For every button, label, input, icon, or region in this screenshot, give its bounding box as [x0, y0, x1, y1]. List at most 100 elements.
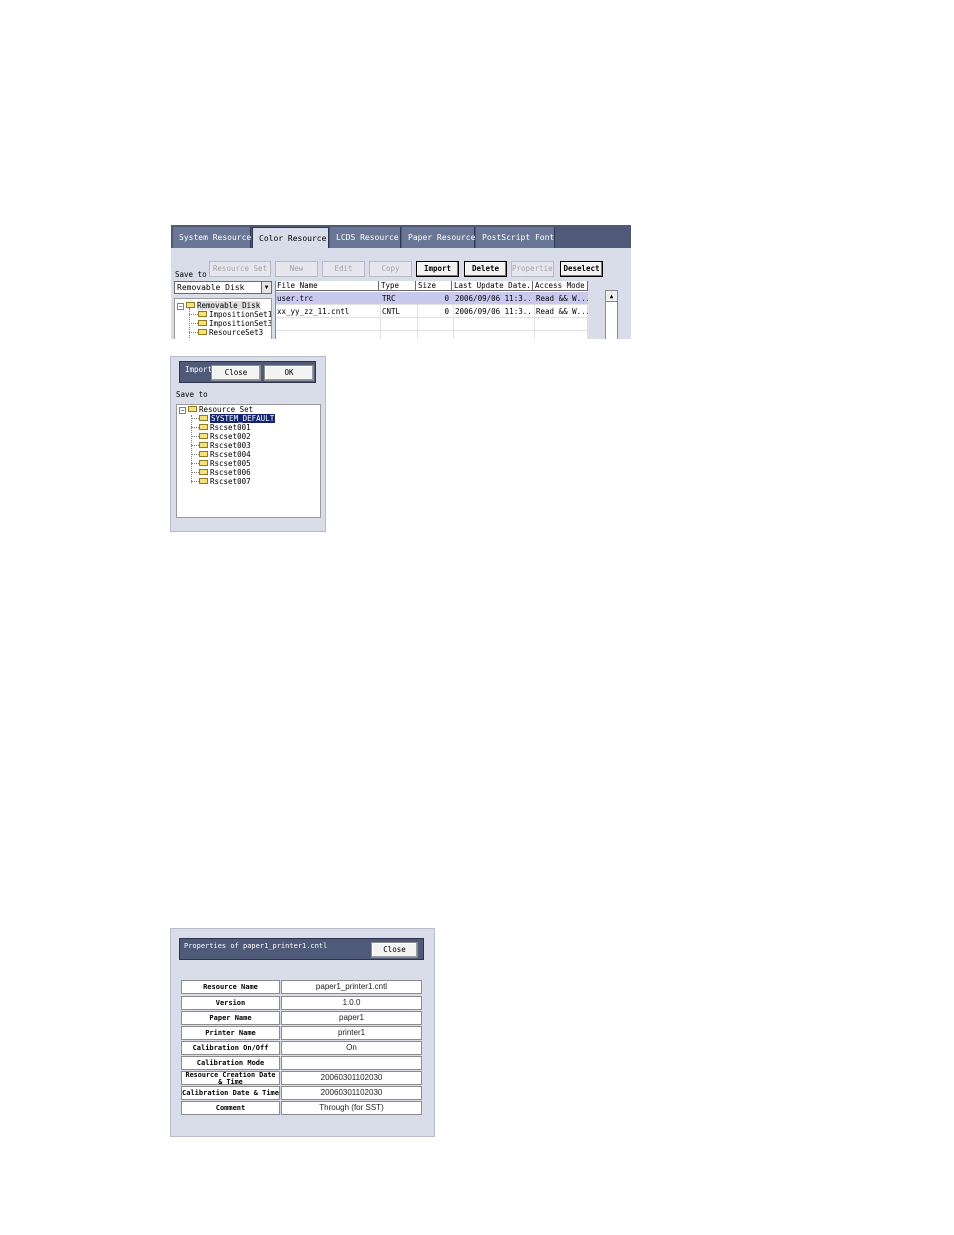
- column-type[interactable]: Type: [380, 281, 416, 291]
- folder-icon: [199, 478, 208, 484]
- tree-node-rscset006[interactable]: Rscset006: [199, 468, 251, 477]
- tree-node-rscset002[interactable]: Rscset002: [199, 432, 251, 441]
- table-row: [276, 331, 588, 339]
- property-value: 20060301102030: [281, 1086, 422, 1100]
- property-key: Calibration Date & Time: [181, 1086, 280, 1100]
- import-dialog: Import Close OK Save to − Resource Set SY…: [170, 356, 326, 532]
- column-access-mode[interactable]: Access Mode: [534, 281, 588, 291]
- save-to-value: Removable Disk: [177, 283, 245, 292]
- column-last-update[interactable]: Last Update Date...: [453, 281, 533, 291]
- property-key: Paper Name: [181, 1011, 280, 1025]
- folder-icon: [199, 433, 208, 439]
- tree-node-resource-set[interactable]: − Resource Set: [179, 405, 253, 414]
- property-key: Resource Creation Date & Time: [181, 1071, 280, 1085]
- properties-dialog-title: Properties of paper1_printer1.cntl: [184, 942, 328, 950]
- property-value: printer1: [281, 1026, 422, 1040]
- scroll-up-icon[interactable]: ▲: [606, 291, 617, 302]
- size-cell: 0: [444, 294, 449, 303]
- property-row: Version 1.0.0: [181, 996, 422, 1010]
- tab-postscript-font[interactable]: PostScript Font: [476, 227, 555, 248]
- new-button[interactable]: New: [275, 261, 318, 277]
- close-button[interactable]: Close: [371, 942, 418, 958]
- resource-window: System Resource Color Resource LCDS Reso…: [171, 225, 631, 339]
- property-value: 20060301102030: [281, 1071, 422, 1085]
- chevron-down-icon[interactable]: ▼: [261, 282, 271, 293]
- property-key: Version: [181, 996, 280, 1010]
- tree-node-resourceset3[interactable]: ResourceSet3: [198, 328, 263, 337]
- property-key: Printer Name: [181, 1026, 280, 1040]
- import-dialog-title: Import: [185, 365, 213, 374]
- file-name-cell: user.trc: [277, 294, 314, 303]
- folder-icon: [198, 329, 207, 335]
- collapse-icon[interactable]: −: [177, 302, 184, 310]
- table-row[interactable]: user.trc TRC 0 2006/09/06 11:3... Read &…: [276, 292, 588, 305]
- tree-node-impositionset1[interactable]: ImpositionSet1: [198, 310, 271, 319]
- copy-button[interactable]: Copy: [369, 261, 412, 277]
- property-value: [281, 1056, 422, 1070]
- property-row: Printer Name printer1: [181, 1026, 422, 1040]
- resource-set-tree: − Resource Set SYSTEM_DEFAULT Rscset001 R…: [176, 404, 321, 518]
- table-row[interactable]: xx_yy_zz_11.cntl CNTL 0 2006/09/06 11:3.…: [276, 305, 588, 318]
- property-value: On: [281, 1041, 422, 1055]
- delete-button[interactable]: Delete: [464, 261, 507, 277]
- tree-node-rscset001[interactable]: Rscset001: [199, 423, 251, 432]
- tab-color-resource[interactable]: Color Resource: [252, 227, 329, 248]
- column-size[interactable]: Size: [417, 281, 452, 291]
- tree-node-system-default[interactable]: SYSTEM_DEFAULT: [199, 414, 276, 423]
- deselect-button[interactable]: Deselect: [560, 261, 603, 277]
- file-name-cell: xx_yy_zz_11.cntl: [277, 307, 350, 316]
- ok-button[interactable]: OK: [264, 365, 314, 381]
- property-key: Resource Name: [181, 980, 280, 994]
- property-row: Comment Through (for SST): [181, 1101, 422, 1115]
- size-cell: 0: [444, 307, 449, 316]
- type-cell: TRC: [382, 294, 396, 303]
- tree-node-removable-disk[interactable]: − Removable Disk: [177, 301, 261, 310]
- folder-icon: [199, 451, 208, 457]
- tree-node-rscset007[interactable]: Rscset007: [199, 477, 251, 486]
- folder-icon: [188, 406, 197, 412]
- save-to-label: Save to: [176, 390, 208, 399]
- property-row: Paper Name paper1: [181, 1011, 422, 1025]
- folder-icon: [199, 469, 208, 475]
- date-cell: 2006/09/06 11:3...: [455, 307, 533, 316]
- file-list: File Name Type Size Last Update Date... …: [275, 281, 589, 339]
- folder-icon: [186, 302, 195, 308]
- column-file-name[interactable]: File Name: [276, 281, 379, 291]
- save-to-label: Save to: [175, 270, 207, 279]
- import-dialog-titlebar: Import Close OK: [179, 361, 316, 383]
- property-row: Calibration Mode: [181, 1056, 422, 1070]
- save-to-select[interactable]: Removable Disk ▼: [174, 281, 272, 294]
- edit-button[interactable]: Edit: [322, 261, 365, 277]
- resource-set-button[interactable]: Resource Set: [209, 261, 271, 277]
- tab-lcds-resource[interactable]: LCDS Resource: [330, 227, 401, 248]
- property-value: Through (for SST): [281, 1101, 422, 1115]
- collapse-icon[interactable]: −: [179, 406, 186, 414]
- property-value: 1.0.0: [281, 996, 422, 1010]
- file-list-header: File Name Type Size Last Update Date... …: [276, 281, 588, 291]
- properties-dialog: Properties of paper1_printer1.cntl Close…: [170, 928, 435, 1137]
- tab-paper-resource[interactable]: Paper Resource: [402, 227, 475, 248]
- tree-node-impositionset3[interactable]: ImpositionSet3: [198, 319, 271, 328]
- removable-disk-tree: − Removable Disk ImpositionSet1 Impositio…: [174, 298, 272, 339]
- close-button[interactable]: Close: [211, 365, 261, 381]
- folder-icon: [198, 311, 207, 317]
- property-key: Calibration On/Off: [181, 1041, 280, 1055]
- folder-icon: [199, 442, 208, 448]
- tab-bar: System Resource Color Resource LCDS Reso…: [171, 225, 631, 248]
- property-row: Calibration Date & Time 20060301102030: [181, 1086, 422, 1100]
- property-row: Resource Creation Date & Time 2006030110…: [181, 1071, 422, 1085]
- folder-icon: [199, 424, 208, 430]
- import-button[interactable]: Import: [416, 261, 459, 277]
- tree-node-rscset004[interactable]: Rscset004: [199, 450, 251, 459]
- vertical-scrollbar[interactable]: ▲: [605, 290, 618, 339]
- tree-node-rscset003[interactable]: Rscset003: [199, 441, 251, 450]
- tree-node-rscset005[interactable]: Rscset005: [199, 459, 251, 468]
- property-value: paper1_printer1.cntl: [281, 980, 422, 994]
- folder-icon: [199, 460, 208, 466]
- property-key: Comment: [181, 1101, 280, 1115]
- property-key: Calibration Mode: [181, 1056, 280, 1070]
- table-row: [276, 318, 588, 331]
- tab-system-resource[interactable]: System Resource: [173, 227, 251, 248]
- properties-button[interactable]: Properties: [511, 261, 554, 277]
- folder-icon: [198, 320, 207, 326]
